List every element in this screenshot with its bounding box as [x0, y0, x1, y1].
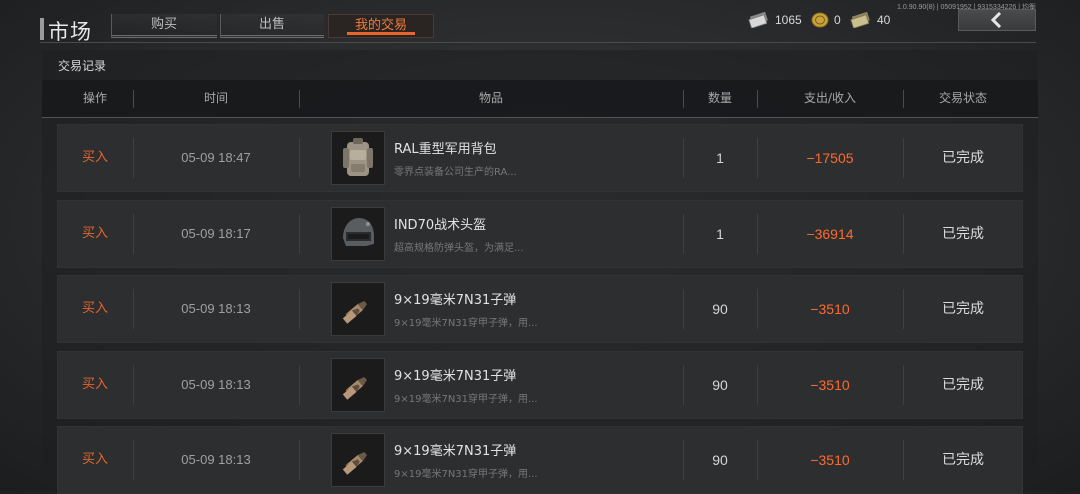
item-description: 零界点装备公司生产的RA... — [394, 167, 517, 178]
tab-my-trades-label: 我的交易 — [354, 18, 407, 33]
ammo-icon — [342, 452, 367, 475]
coin-icon — [811, 12, 829, 28]
row-divider — [299, 365, 300, 405]
item-thumbnail — [331, 131, 385, 185]
row-time: 05-09 18:13 — [181, 452, 251, 467]
column-header-time: 时间 — [203, 91, 228, 105]
header-divider — [40, 42, 1036, 43]
row-amount: −3510 — [810, 377, 850, 393]
item-name: 9×19毫米7N31子弹 — [394, 293, 517, 308]
bond-icon — [850, 12, 870, 28]
currency-coin: 0 — [811, 12, 841, 28]
item-description: 超高规格防弹头盔，为满足... — [394, 243, 524, 254]
row-action: 买入 — [81, 452, 108, 467]
section-title: 交易记录 — [58, 59, 107, 73]
item-description: 9×19毫米7N31穿甲子弹，用... — [394, 469, 538, 480]
column-header-action: 操作 — [82, 91, 107, 105]
title-accent-bar — [40, 18, 44, 40]
row-divider — [299, 214, 300, 254]
currency-cash-value: 1065 — [775, 13, 802, 27]
ammo-icon — [342, 377, 367, 400]
cash-icon — [748, 12, 768, 28]
item-description: 9×19毫米7N31穿甲子弹，用... — [394, 318, 538, 329]
item-thumbnail — [331, 282, 385, 336]
row-amount: −3510 — [810, 452, 850, 468]
row-action: 买入 — [81, 377, 108, 392]
tab-buy[interactable]: 购买 — [111, 14, 217, 38]
item-name: 9×19毫米7N31子弹 — [394, 444, 517, 459]
column-header-quantity: 数量 — [707, 91, 732, 105]
row-time: 05-09 18:17 — [181, 226, 251, 241]
currency-bond-value: 40 — [877, 13, 891, 27]
ammo-icon — [342, 301, 367, 324]
helmet-icon — [343, 218, 374, 246]
row-action: 买入 — [81, 150, 108, 165]
item-thumbnail — [331, 358, 385, 412]
item-thumbnail — [331, 433, 385, 487]
row-amount: −36914 — [806, 226, 854, 242]
currency-coin-value: 0 — [834, 13, 841, 27]
item-thumbnail — [331, 207, 385, 261]
currency-bond: 40 — [850, 12, 890, 28]
row-action: 买入 — [81, 301, 108, 316]
table-row[interactable]: 买入 05-09 18:13 9×19毫米7N31子弹 9×19毫米7N31穿甲… — [57, 275, 1023, 343]
item-name: RAL重型军用背包 — [394, 142, 497, 157]
currency-cash: 1065 — [748, 12, 802, 28]
row-status: 已完成 — [942, 150, 984, 166]
row-divider — [299, 440, 300, 480]
row-amount: −3510 — [810, 301, 850, 317]
back-button[interactable] — [958, 9, 1036, 31]
row-time: 05-09 18:13 — [181, 377, 251, 392]
row-quantity: 1 — [716, 226, 724, 242]
column-header-item: 物品 — [478, 91, 503, 105]
row-divider — [299, 289, 300, 329]
table-row[interactable]: 买入 05-09 18:47 RAL重型军用背包 零界点装备公司生产的RA...… — [57, 124, 1023, 192]
column-header-amount: 支出/收入 — [803, 91, 857, 105]
backpack-icon — [343, 138, 373, 176]
row-status: 已完成 — [942, 377, 984, 393]
row-time: 05-09 18:47 — [181, 150, 251, 165]
table-row[interactable]: 买入 05-09 18:13 9×19毫米7N31子弹 9×19毫米7N31穿甲… — [57, 426, 1023, 494]
row-divider — [299, 138, 300, 178]
row-quantity: 90 — [712, 301, 728, 317]
row-status: 已完成 — [942, 226, 984, 242]
column-header-status: 交易状态 — [938, 91, 987, 105]
item-name: 9×19毫米7N31子弹 — [394, 369, 517, 384]
row-quantity: 90 — [712, 377, 728, 393]
row-quantity: 1 — [716, 150, 724, 166]
row-status: 已完成 — [942, 301, 984, 317]
item-description: 9×19毫米7N31穿甲子弹，用... — [394, 394, 538, 405]
row-amount: −17505 — [806, 150, 854, 166]
table-row[interactable]: 买入 05-09 18:17 IND70战术头盔 超高规格防弹头盔，为满足...… — [57, 200, 1023, 268]
row-status: 已完成 — [942, 452, 984, 468]
tab-sell[interactable]: 出售 — [220, 14, 324, 38]
row-action: 买入 — [81, 226, 108, 241]
active-tab-indicator — [347, 32, 415, 35]
row-quantity: 90 — [712, 452, 728, 468]
table-row[interactable]: 买入 05-09 18:13 9×19毫米7N31子弹 9×19毫米7N31穿甲… — [57, 351, 1023, 419]
tab-my-trades[interactable]: 我的交易 — [328, 14, 434, 38]
back-arrow-icon — [990, 12, 1002, 28]
row-time: 05-09 18:13 — [181, 301, 251, 316]
item-name: IND70战术头盔 — [394, 218, 487, 233]
